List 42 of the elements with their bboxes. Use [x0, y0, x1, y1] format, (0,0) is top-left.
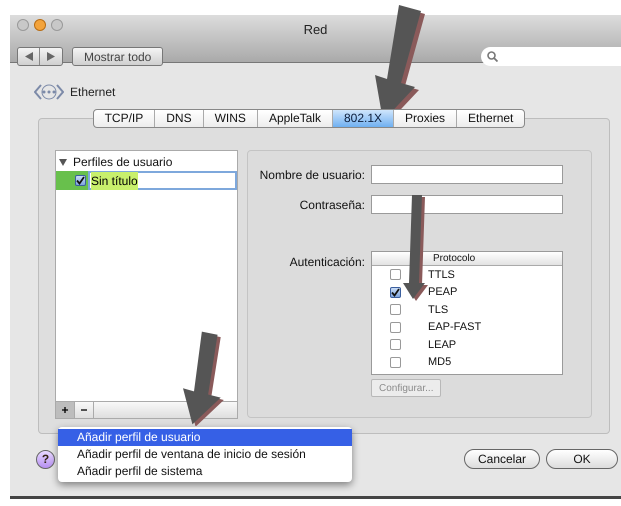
checkbox[interactable]: [390, 339, 401, 350]
tab[interactable]: 802.1X: [332, 110, 394, 127]
window-button-icon[interactable]: [17, 19, 29, 31]
password-field[interactable]: [371, 195, 563, 214]
checkbox[interactable]: [390, 322, 401, 333]
username-field[interactable]: [371, 165, 563, 184]
menu-item[interactable]: Añadir perfil de ventana de inicio de sesión: [58, 446, 352, 463]
protocol-name: MD5: [428, 355, 452, 370]
protocol-name: TLS: [428, 302, 448, 318]
profile-name-field[interactable]: Sin título: [88, 171, 237, 190]
authentication-label: Autenticación:: [288, 254, 366, 271]
protocol-name: PEAP: [428, 285, 458, 300]
username-label: Nombre de usuario:: [258, 166, 366, 184]
remove-button[interactable]: −: [75, 402, 94, 418]
service-name: Ethernet: [70, 84, 116, 101]
window-title: Red: [304, 22, 328, 37]
tab[interactable]: WINS: [202, 110, 257, 127]
checkbox[interactable]: [390, 304, 401, 316]
help-button[interactable]: ?: [36, 450, 55, 468]
window-button-icon[interactable]: [51, 19, 63, 31]
menu-item[interactable]: Añadir perfil de usuario: [58, 429, 352, 446]
tab[interactable]: DNS: [154, 110, 203, 127]
close-icon[interactable]: [34, 19, 46, 31]
protocol-name: LEAP: [428, 338, 456, 352]
protocol-name: EAP-FAST: [428, 320, 482, 335]
add-button[interactable]: +: [56, 402, 75, 418]
checkbox[interactable]: [75, 175, 86, 186]
password-label: Contraseña:: [298, 196, 366, 214]
search-field[interactable]: [481, 47, 621, 66]
checkbox[interactable]: [390, 356, 401, 368]
profile-group[interactable]: Perfiles de usuario: [73, 153, 172, 171]
ok-button[interactable]: OK: [546, 449, 618, 469]
menu-item[interactable]: Añadir perfil de sistema: [58, 463, 352, 480]
cancel-button[interactable]: Cancelar: [464, 449, 540, 469]
checkbox[interactable]: [390, 269, 401, 280]
tab[interactable]: TCP/IP: [94, 110, 154, 127]
tab[interactable]: Proxies: [393, 110, 456, 127]
checkbox[interactable]: [390, 286, 401, 298]
show-all-button[interactable]: Mostrar todo: [72, 47, 164, 66]
search-icon: [487, 51, 498, 62]
profile-row[interactable]: Sin título: [56, 171, 237, 190]
protocol-name: TTLS: [428, 268, 455, 282]
